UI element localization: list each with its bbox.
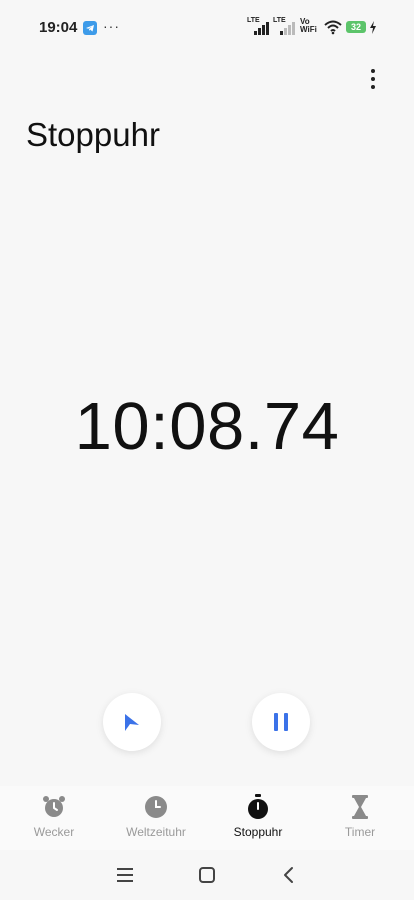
nav-label-stoppuhr: Stoppuhr <box>233 825 283 839</box>
more-notifications-icon: ··· <box>103 18 120 34</box>
wifi-icon <box>324 20 342 35</box>
status-icons: LTE LTE Vo WiFi 32 <box>247 17 378 39</box>
menu-icon[interactable] <box>115 865 135 885</box>
nav-item-wecker[interactable]: Wecker <box>2 794 106 839</box>
stopwatch-time: 10:08.74 <box>74 389 340 464</box>
hourglass-icon <box>352 795 368 819</box>
signal-icon: LTE <box>273 17 296 37</box>
battery-icon: 32 <box>346 21 366 33</box>
nav-label-wecker: Wecker <box>33 825 75 839</box>
stopwatch-icon <box>248 794 268 819</box>
nav-label-weltzeituhr: Weltzeituhr <box>126 825 186 839</box>
bottom-nav: Wecker Weltzeituhr Stoppuhr Timer <box>0 786 414 850</box>
status-time: 19:04 <box>39 19 78 36</box>
telegram-icon <box>83 21 97 35</box>
alarm-clock-icon <box>43 796 65 817</box>
charging-icon <box>370 21 376 34</box>
status-bar: 19:04 ··· LTE LTE Vo WiFi 32 <box>0 0 414 56</box>
nav-label-timer: Timer <box>344 825 376 839</box>
nav-item-weltzeituhr[interactable]: Weltzeituhr <box>104 794 208 839</box>
back-icon[interactable] <box>279 865 299 885</box>
flag-icon <box>125 714 139 731</box>
lap-button[interactable] <box>103 693 161 751</box>
page-title: Stoppuhr <box>26 116 160 153</box>
home-icon[interactable] <box>197 865 217 885</box>
nav-item-timer[interactable]: Timer <box>308 794 412 839</box>
system-nav-bar <box>0 850 414 900</box>
pause-icon <box>274 713 288 731</box>
stopwatch-screen: 19:04 ··· LTE LTE Vo WiFi 32 Stoppuhr 10… <box>0 0 414 900</box>
vowifi-line2: WiFi <box>300 25 317 34</box>
pause-button[interactable] <box>252 693 310 751</box>
more-vertical-icon[interactable] <box>360 66 386 92</box>
vowifi-icon: Vo WiFi <box>300 18 317 34</box>
nav-item-stoppuhr[interactable]: Stoppuhr <box>206 794 310 839</box>
clock-icon <box>145 796 167 818</box>
signal-icon: LTE <box>247 17 270 37</box>
